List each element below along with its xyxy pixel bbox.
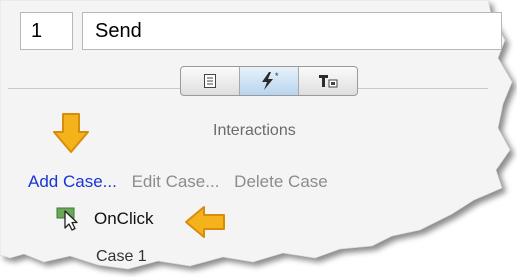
cursor-event-icon [56, 207, 78, 231]
delete-case-link[interactable]: Delete Case [234, 172, 328, 191]
case-item-peek[interactable]: Case 1 [96, 248, 147, 266]
text-style-icon [319, 75, 338, 88]
edit-case-link[interactable]: Edit Case... [132, 172, 220, 191]
event-onclick[interactable]: OnClick [56, 206, 154, 232]
arrow-down-icon [53, 113, 89, 153]
event-label: OnClick [94, 209, 154, 228]
add-case-link[interactable]: Add Case... [28, 172, 117, 191]
arrow-left-icon [185, 206, 225, 238]
toolbar-interactions-button[interactable]: * [240, 67, 299, 95]
toolbar-text-style-button[interactable] [299, 67, 357, 95]
case-id-field[interactable]: 1 [20, 12, 73, 50]
interactions-title: Interactions [213, 122, 296, 139]
case-actions: Add Case... Edit Case... Delete Case [28, 172, 338, 192]
lightning-icon: * [262, 71, 279, 90]
case-name-field[interactable]: Send [82, 12, 502, 50]
page-icon [204, 74, 216, 88]
properties-toolbar: * [180, 66, 358, 96]
svg-text:*: * [275, 71, 279, 81]
toolbar-page-button[interactable] [181, 67, 240, 95]
